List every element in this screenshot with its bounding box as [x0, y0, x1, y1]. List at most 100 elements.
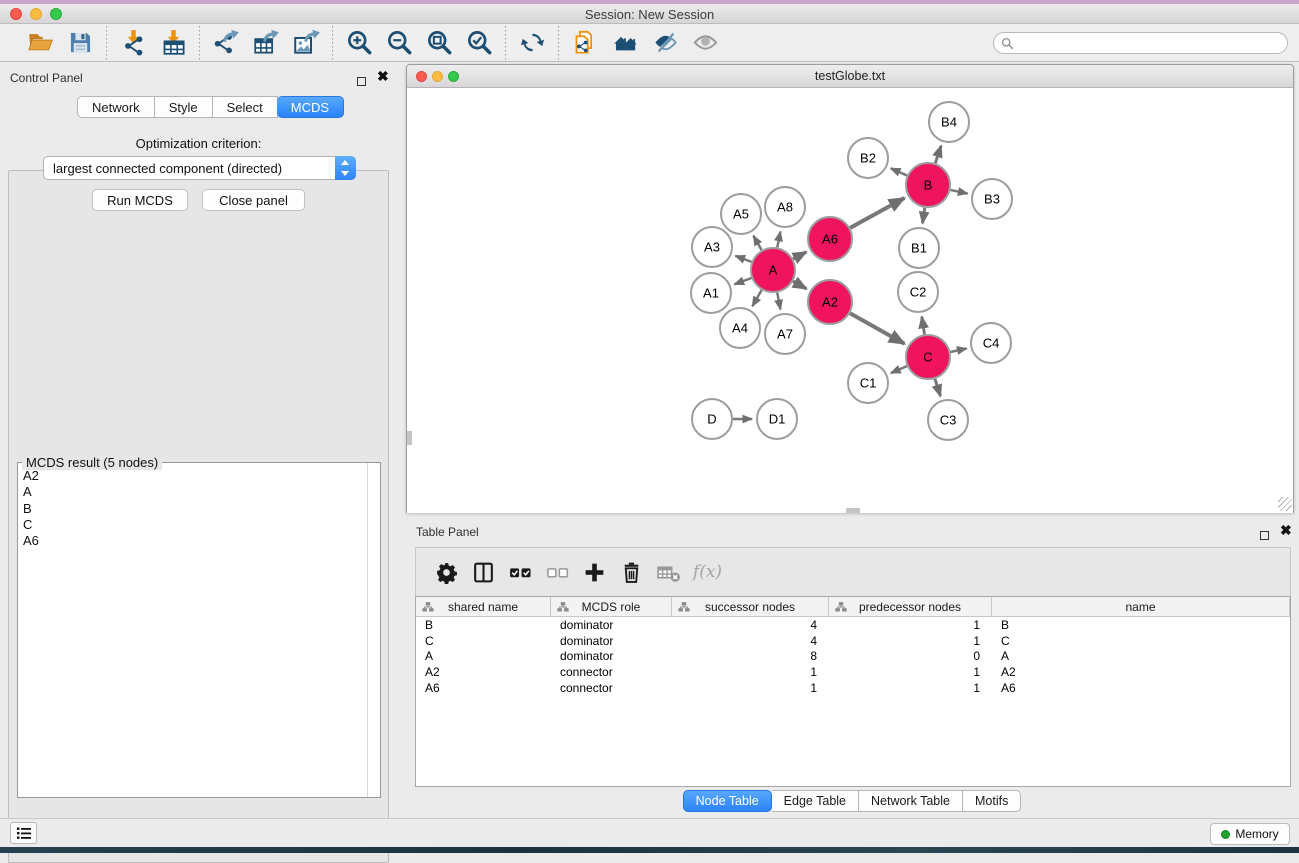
- search-input[interactable]: [1014, 34, 1287, 52]
- edge-A-A7[interactable]: [777, 293, 780, 310]
- edge-A-A3[interactable]: [735, 256, 751, 262]
- edge-A6-B[interactable]: [850, 198, 904, 228]
- zoom-out-button[interactable]: [379, 26, 419, 60]
- home-button[interactable]: [605, 26, 645, 60]
- status-bar: Memory: [0, 818, 1299, 847]
- column-pane-button[interactable]: [465, 554, 502, 590]
- close-panel-icon[interactable]: ✖: [377, 72, 389, 81]
- column-header-shared-name[interactable]: shared name: [416, 597, 551, 616]
- table-panel: Table Panel ✖ f(x) shared nameMCDS roles…: [406, 518, 1299, 818]
- import-table-button[interactable]: [153, 26, 193, 60]
- show-eye-button[interactable]: [685, 26, 725, 60]
- optimization-criterion-select[interactable]: largest connected component (directed): [43, 156, 356, 180]
- edge-A-A1[interactable]: [734, 278, 751, 284]
- network-graph[interactable]: B4B2BB3A8A5A6A3B1AC2A1A2A4A7C4CC1DD1C3: [407, 88, 1293, 513]
- tab-network[interactable]: Network: [77, 96, 155, 118]
- mcds-result-item[interactable]: A6: [23, 533, 380, 549]
- cell-MCDS-role: dominator: [551, 634, 672, 648]
- zoom-in-icon: [346, 29, 373, 56]
- node-label-A1: A1: [703, 286, 719, 301]
- export-network-button[interactable]: [206, 26, 246, 60]
- edge-C-C1[interactable]: [891, 366, 907, 373]
- table-close-panel-icon[interactable]: ✖: [1280, 526, 1292, 535]
- save-session-icon: [67, 29, 94, 56]
- edge-B-B2[interactable]: [891, 168, 907, 175]
- gear-icon: [434, 560, 459, 585]
- zoom-selected-button[interactable]: [459, 26, 499, 60]
- edge-A-A6[interactable]: [793, 252, 806, 259]
- import-network-button[interactable]: [113, 26, 153, 60]
- zoom-fit-button[interactable]: [419, 26, 459, 60]
- memory-button[interactable]: Memory: [1210, 823, 1290, 845]
- column-header-name[interactable]: name: [992, 597, 1290, 616]
- table-row[interactable]: Bdominator41B: [416, 617, 1290, 633]
- deselect-all-button[interactable]: [539, 554, 576, 590]
- export-image-button[interactable]: [286, 26, 326, 60]
- tab-node-table[interactable]: Node Table: [683, 790, 772, 812]
- attribute-type-icon: [835, 601, 847, 613]
- desktop-wallpaper-bottom: [0, 847, 1299, 853]
- import-table-icon: [160, 29, 187, 56]
- float-panel-icon[interactable]: [357, 73, 366, 91]
- table-row[interactable]: Cdominator41C: [416, 633, 1290, 649]
- function-builder-button[interactable]: f(x): [687, 554, 724, 590]
- cell-MCDS-role: dominator: [551, 649, 672, 663]
- network-window-titlebar[interactable]: testGlobe.txt: [407, 65, 1293, 88]
- edge-A-A4[interactable]: [752, 290, 761, 306]
- delete-table-button[interactable]: [650, 554, 687, 590]
- mcds-result-item[interactable]: B: [23, 501, 380, 517]
- edge-C-C4[interactable]: [950, 348, 966, 352]
- show-panels-button[interactable]: [10, 822, 37, 844]
- window-resize-grip[interactable]: [1278, 497, 1292, 511]
- selected-criterion: largest connected component (directed): [44, 161, 335, 176]
- refresh-button[interactable]: [512, 26, 552, 60]
- open-file-icon: [27, 29, 54, 56]
- network-canvas[interactable]: B4B2BB3A8A5A6A3B1AC2A1A2A4A7C4CC1DD1C3: [407, 88, 1293, 513]
- refresh-icon: [519, 29, 546, 56]
- tab-mcds[interactable]: MCDS: [277, 96, 344, 118]
- edge-A-A8[interactable]: [777, 232, 780, 248]
- tab-motifs[interactable]: Motifs: [963, 790, 1021, 812]
- save-session-button[interactable]: [60, 26, 100, 60]
- mcds-result-item[interactable]: C: [23, 517, 380, 533]
- table-row[interactable]: Adominator80A: [416, 648, 1290, 664]
- tab-network-table[interactable]: Network Table: [859, 790, 963, 812]
- tab-select[interactable]: Select: [213, 96, 278, 118]
- close-panel-button[interactable]: Close panel: [202, 189, 305, 211]
- canvas-horizontal-scroll-nub[interactable]: [846, 508, 860, 513]
- mcds-result-item[interactable]: A: [23, 484, 380, 500]
- edge-B-B1[interactable]: [923, 208, 925, 223]
- table-row[interactable]: A2connector11A2: [416, 664, 1290, 680]
- tab-edge-table[interactable]: Edge Table: [772, 790, 859, 812]
- edge-A-A2[interactable]: [793, 281, 806, 289]
- delete-column-button[interactable]: [613, 554, 650, 590]
- column-header-MCDS-role[interactable]: MCDS role: [551, 597, 672, 616]
- add-column-button[interactable]: [576, 554, 613, 590]
- open-file-button[interactable]: [20, 26, 60, 60]
- export-table-button[interactable]: [246, 26, 286, 60]
- clone-network-button[interactable]: [565, 26, 605, 60]
- edge-C-C2[interactable]: [922, 317, 925, 335]
- column-label: MCDS role: [582, 600, 641, 614]
- edge-A2-C[interactable]: [850, 313, 904, 344]
- column-header-predecessor-nodes[interactable]: predecessor nodes: [829, 597, 992, 616]
- tab-style[interactable]: Style: [155, 96, 213, 118]
- canvas-vertical-scroll-nub[interactable]: [407, 431, 412, 445]
- edge-B-B3[interactable]: [950, 190, 967, 194]
- gear-button[interactable]: [428, 554, 465, 590]
- edge-B-B4[interactable]: [935, 146, 941, 163]
- run-mcds-button[interactable]: Run MCDS: [92, 189, 188, 211]
- table-float-panel-icon[interactable]: [1260, 527, 1269, 545]
- table-row[interactable]: A6connector11A6: [416, 680, 1290, 696]
- edge-A-A5[interactable]: [753, 236, 761, 250]
- select-all-button[interactable]: [502, 554, 539, 590]
- search-field[interactable]: [993, 32, 1288, 54]
- edge-C-C3[interactable]: [935, 379, 940, 396]
- hide-panel-button[interactable]: [645, 26, 685, 60]
- desktop: Session: New Session Control Panel ✖ Net…: [0, 0, 1299, 853]
- mcds-result-item[interactable]: A2: [23, 468, 380, 484]
- column-header-successor-nodes[interactable]: successor nodes: [672, 597, 829, 616]
- mcds-result-scrollbar[interactable]: [367, 463, 368, 797]
- network-window-title: testGlobe.txt: [407, 69, 1293, 83]
- zoom-in-button[interactable]: [339, 26, 379, 60]
